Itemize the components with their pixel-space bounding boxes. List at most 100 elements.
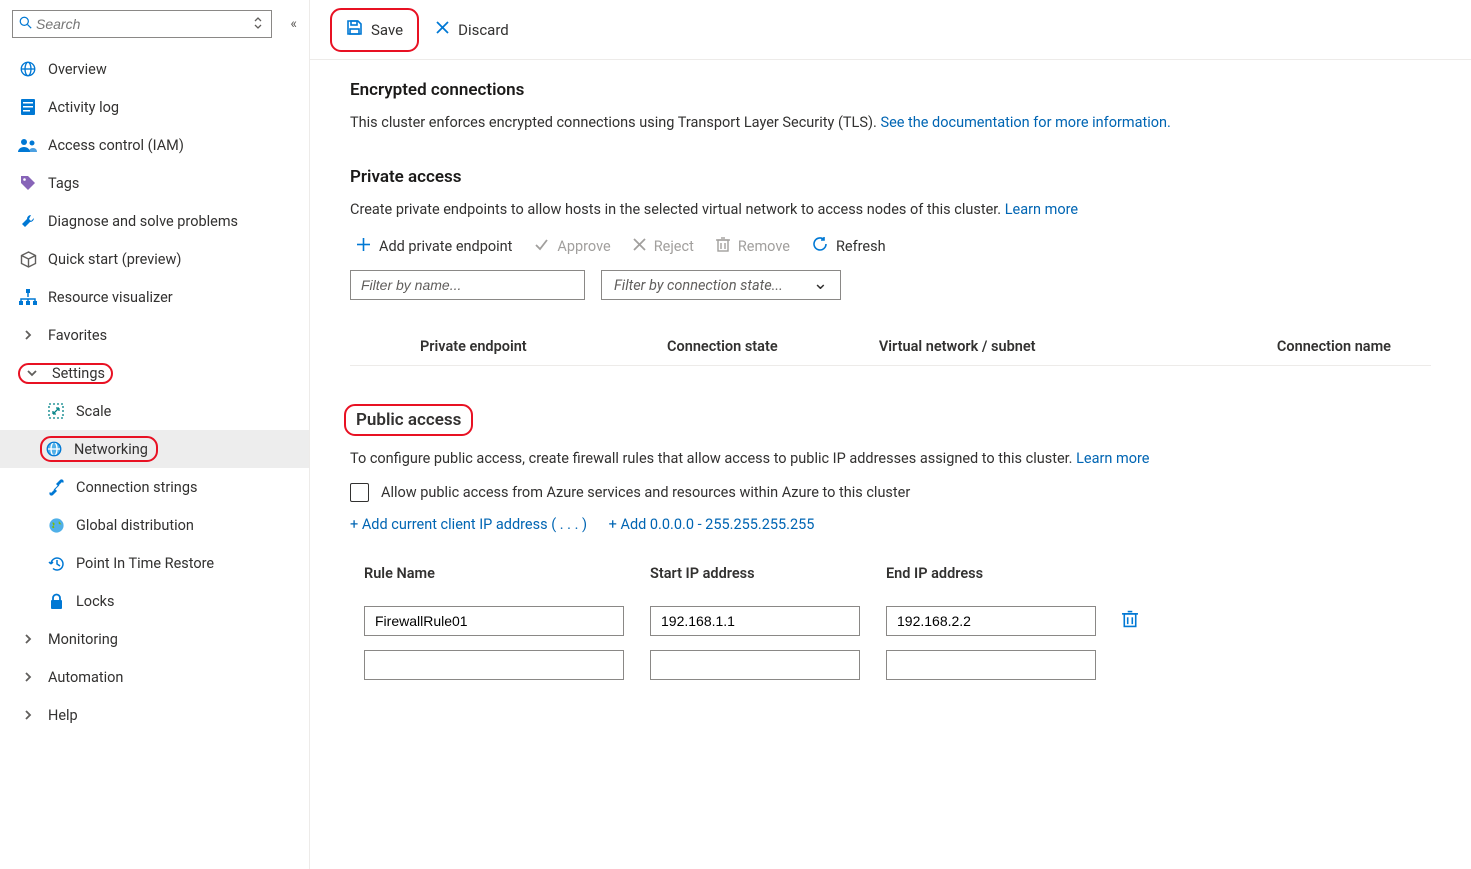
sidebar-group-help[interactable]: Help [0,696,309,734]
add-all-ip-link[interactable]: + Add 0.0.0.0 - 255.255.255.255 [609,516,815,533]
sidebar-item-pit-restore[interactable]: Point In Time Restore [0,544,309,582]
sidebar-item-quick-start[interactable]: Quick start (preview) [0,240,309,278]
sidebar-item-activity-log[interactable]: Activity log [0,88,309,126]
sidebar-item-label: Locks [76,593,115,610]
sidebar-item-tags[interactable]: Tags [0,164,309,202]
add-private-endpoint-button[interactable]: Add private endpoint [356,237,512,256]
start-ip-input[interactable] [650,650,860,680]
allow-azure-label: Allow public access from Azure services … [381,484,910,501]
discard-button[interactable]: Discard [423,12,521,48]
sidebar-group-label: Automation [48,669,123,686]
chevron-right-icon [18,710,38,720]
toolbar-label: Save [371,21,403,39]
sidebar-item-label: Resource visualizer [48,289,173,306]
save-icon [346,19,363,40]
chevron-right-icon [18,330,38,340]
sidebar-item-access-control[interactable]: Access control (IAM) [0,126,309,164]
private-access-learn-more[interactable]: Learn more [1005,201,1078,218]
col-vnet-subnet: Virtual network / subnet [871,328,1160,366]
toolbar-label: Discard [458,21,509,39]
col-connection-name: Connection name [1160,328,1431,366]
rule-name-input[interactable] [364,650,624,680]
public-access-learn-more[interactable]: Learn more [1076,450,1149,467]
encrypted-doc-link[interactable]: See the documentation for more informati… [880,114,1170,131]
sidebar-group-monitoring[interactable]: Monitoring [0,620,309,658]
refresh-button[interactable]: Refresh [812,236,886,256]
sidebar-item-resource-visualizer[interactable]: Resource visualizer [0,278,309,316]
trash-icon [716,237,730,256]
private-access-desc: Create private endpoints to allow hosts … [350,201,1431,218]
private-endpoint-toolbar: Add private endpoint Approve Reject [356,236,1431,256]
delete-rule-icon[interactable] [1122,612,1138,633]
start-ip-input[interactable] [650,606,860,636]
col-private-endpoint: Private endpoint [350,328,659,366]
public-access-desc: To configure public access, create firew… [350,450,1431,467]
people-icon [18,137,38,153]
sidebar-item-networking[interactable]: Networking [0,430,309,468]
public-access-title: Public access [344,404,473,436]
reject-button: Reject [633,237,694,255]
search-input[interactable] [32,15,247,33]
connection-icon [46,479,66,496]
sidebar-item-label: Overview [48,61,107,78]
sidebar-item-scale[interactable]: Scale [0,392,309,430]
sidebar-item-label: Scale [76,403,111,420]
firewall-rule-row [352,600,1150,642]
approve-button: Approve [534,237,610,256]
sidebar-group-settings[interactable]: Settings [0,354,309,392]
sidebar-item-connection-strings[interactable]: Connection strings [0,468,309,506]
private-access-title: Private access [350,167,1431,187]
search-icon [19,16,32,33]
check-icon [534,237,549,256]
encrypted-desc: This cluster enforces encrypted connecti… [350,114,1431,131]
col-rule-name: Rule Name [352,557,636,598]
tag-icon [18,175,38,191]
firewall-rule-row [352,644,1150,686]
firewall-rules-table: Rule Name Start IP address End IP addres… [350,555,1152,688]
rule-name-input[interactable] [364,606,624,636]
sidebar-group-label: Settings [52,365,111,382]
col-end-ip: End IP address [874,557,1108,598]
sidebar-item-label: Diagnose and solve problems [48,213,238,230]
sidebar-group-automation[interactable]: Automation [0,658,309,696]
chevron-right-icon [18,672,38,682]
cube-icon [18,251,38,268]
hierarchy-icon [18,289,38,305]
sidebar-group-label: Help [48,707,78,724]
sidebar-item-label: Networking [74,441,148,458]
updown-icon[interactable] [247,16,265,33]
log-icon [18,98,38,116]
sidebar-item-diagnose[interactable]: Diagnose and solve problems [0,202,309,240]
restore-icon [46,555,66,572]
sidebar-item-label: Point In Time Restore [76,555,214,572]
end-ip-input[interactable] [886,606,1096,636]
filter-name-input[interactable] [350,270,585,300]
allow-azure-checkbox[interactable] [350,483,369,502]
sidebar-item-label: Tags [48,175,79,192]
col-start-ip: Start IP address [638,557,872,598]
sidebar-group-label: Monitoring [48,631,118,648]
sidebar-group-favorites[interactable]: Favorites [0,316,309,354]
search-box[interactable] [12,10,272,38]
filter-state-select[interactable]: Filter by connection state... [601,270,841,300]
sidebar-item-label: Global distribution [76,517,194,534]
x-icon [633,237,646,255]
scale-icon [46,403,66,419]
sidebar-item-global-distribution[interactable]: Global distribution [0,506,309,544]
col-connection-state: Connection state [659,328,871,366]
close-icon [435,20,450,39]
save-button[interactable]: Save [334,12,415,48]
wrench-icon [18,213,38,230]
collapse-sidebar-icon[interactable]: « [290,16,297,32]
sidebar-item-overview[interactable]: Overview [0,50,309,88]
add-client-ip-link[interactable]: + Add current client IP address ( . . . … [350,516,587,533]
sidebar-group-label: Favorites [48,327,107,344]
plus-icon [356,237,371,256]
sidebar-item-label: Access control (IAM) [48,137,184,154]
end-ip-input[interactable] [886,650,1096,680]
lock-icon [46,593,66,610]
sidebar: « Overview Activity log Access control (… [0,0,310,869]
encrypted-title: Encrypted connections [350,80,1431,100]
sidebar-item-label: Connection strings [76,479,197,496]
sidebar-item-locks[interactable]: Locks [0,582,309,620]
